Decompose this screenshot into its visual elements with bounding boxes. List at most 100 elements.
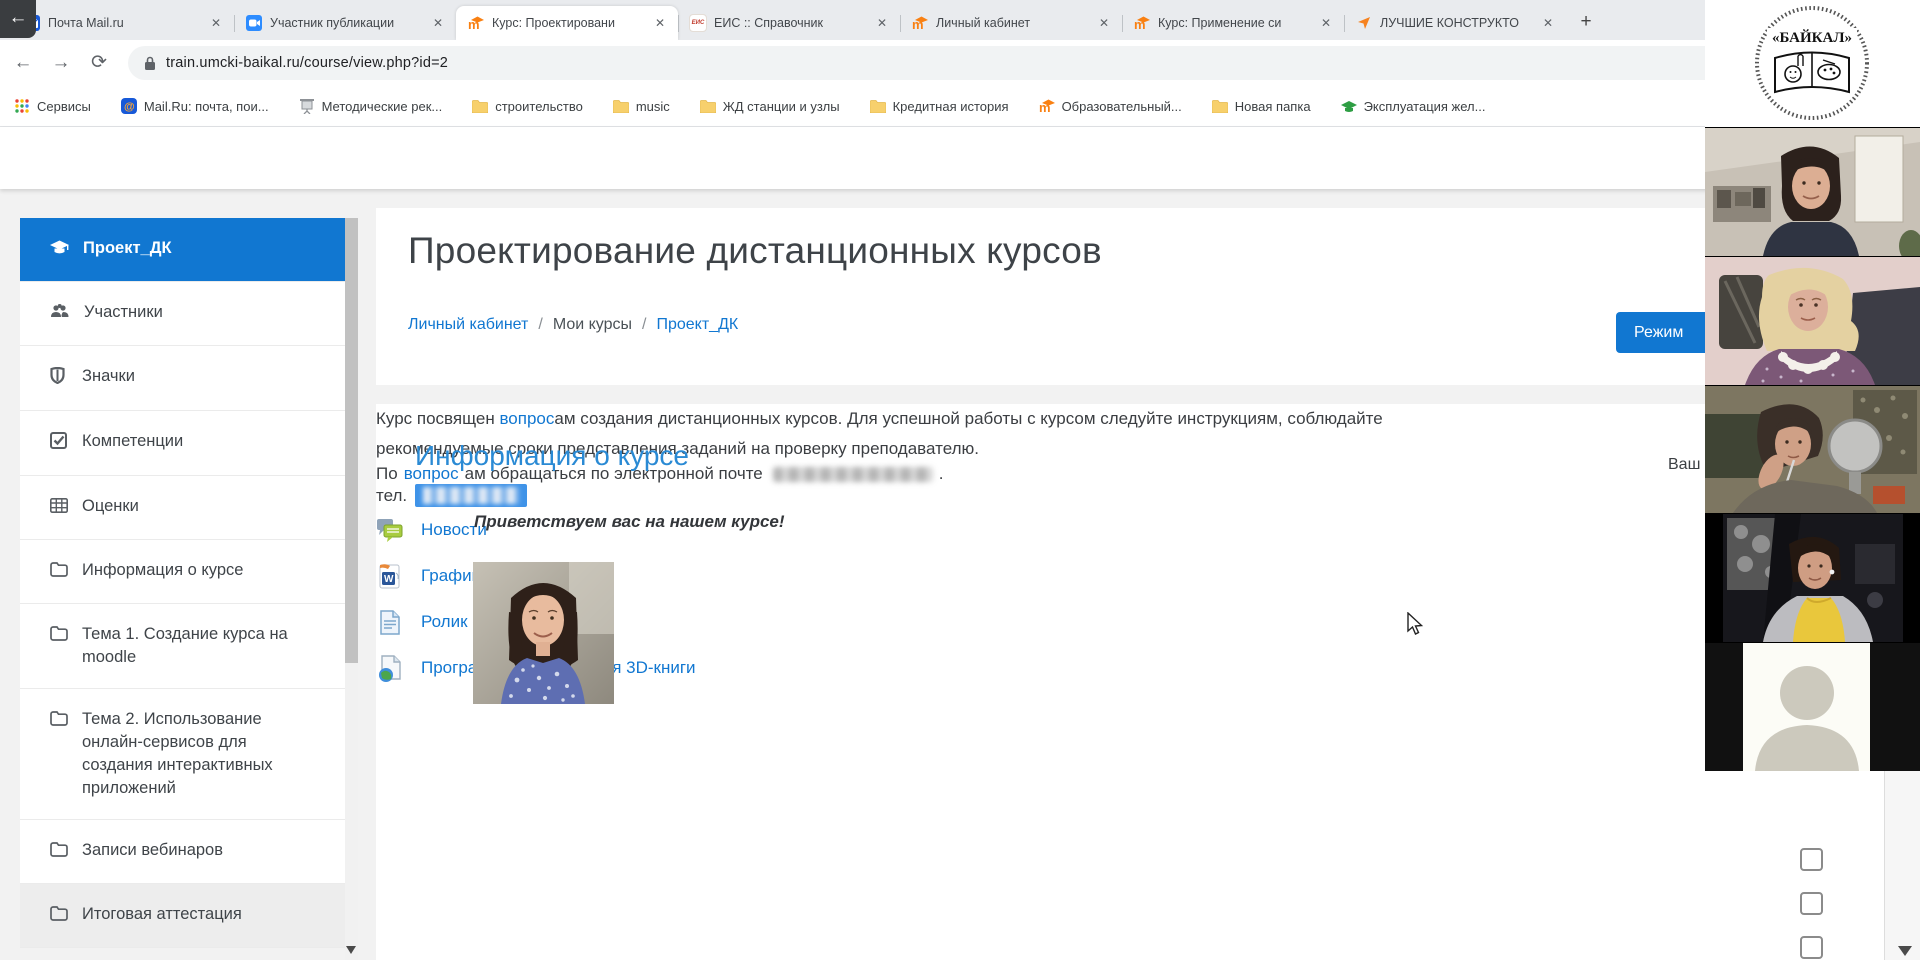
tab-course2[interactable]: m Курс: Применение си ✕ xyxy=(1122,6,1344,40)
forum-icon xyxy=(376,517,403,544)
completion-checkbox[interactable] xyxy=(1800,936,1823,959)
graduation-cap-icon xyxy=(50,239,69,262)
teacher-photo xyxy=(473,562,614,704)
moodle-navbar xyxy=(0,127,1920,189)
bookmark-method[interactable]: Методические рек... xyxy=(299,98,443,114)
reload-button[interactable]: ⟳ xyxy=(84,48,114,78)
address-bar[interactable]: train.umcki-baikal.ru/course/view.php?id… xyxy=(128,46,1860,80)
sidebar-item-label: Оценки xyxy=(82,495,139,518)
tab-eis[interactable]: ЕИС ЕИС :: Справочник ✕ xyxy=(678,6,900,40)
page-scrollbar-track[interactable] xyxy=(1884,766,1920,960)
tab-close-icon[interactable]: ✕ xyxy=(208,15,224,31)
bookmark-label: Эксплуатация жел... xyxy=(1364,99,1486,114)
sidebar-item-label: Тема 1. Создание курса на moodle xyxy=(82,623,331,669)
sidebar-item-competencies[interactable]: Компетенции xyxy=(20,411,345,476)
bookmark-music[interactable]: music xyxy=(613,98,670,114)
tab-title: Курс: Применение си xyxy=(1158,16,1310,30)
bookmark-novaya-papka[interactable]: Новая папка xyxy=(1212,98,1311,114)
tab-course-active[interactable]: m Курс: Проектировани ✕ xyxy=(456,6,678,40)
new-tab-button[interactable]: + xyxy=(1572,8,1600,36)
bookmark-ekspluatatsiya[interactable]: Эксплуатация жел... xyxy=(1341,98,1486,114)
participant-woman-in-car[interactable] xyxy=(1705,513,1920,642)
sidebar-item-topic1[interactable]: Тема 1. Создание курса на moodle xyxy=(20,604,345,689)
sidebar-item-grades[interactable]: Оценки xyxy=(20,476,345,540)
tab-constructors[interactable]: ЛУЧШИЕ КОНСТРУКТО ✕ xyxy=(1344,6,1566,40)
breadcrumb-separator: / xyxy=(642,316,646,334)
back-overlay-icon: ← xyxy=(0,0,36,38)
participant-woman-short-hair-mirror[interactable] xyxy=(1705,385,1920,513)
breadcrumb-course-link[interactable]: Проект_ДК xyxy=(656,316,738,334)
sidebar-item-label: Записи вебинаров xyxy=(82,839,223,862)
tab-zoom[interactable]: Участник публикации ✕ xyxy=(234,6,456,40)
bookmark-mailru[interactable]: @ Mail.Ru: почта, пои... xyxy=(121,98,269,114)
tab-close-icon[interactable]: ✕ xyxy=(1318,15,1334,31)
folder-icon xyxy=(1212,98,1228,114)
glossary-link[interactable]: вопрос xyxy=(499,409,554,428)
tab-title: Личный кабинет xyxy=(936,16,1088,30)
tab-title: ЕИС :: Справочник xyxy=(714,16,866,30)
globe-page-icon xyxy=(376,655,403,682)
tab-close-icon[interactable]: ✕ xyxy=(1096,15,1112,31)
folder-icon xyxy=(50,905,68,928)
svg-text:W: W xyxy=(384,574,394,585)
participant-logo-baikal[interactable]: «БАЙКАЛ» xyxy=(1705,0,1920,127)
moodle-icon: m xyxy=(912,15,928,31)
participant-woman-blonde[interactable] xyxy=(1705,256,1920,385)
breadcrumb-dashboard-link[interactable]: Личный кабинет xyxy=(408,316,528,334)
sidebar-item-badges[interactable]: Значки xyxy=(20,346,345,411)
bookmark-services[interactable]: Сервисы xyxy=(14,98,91,114)
tab-close-icon[interactable]: ✕ xyxy=(430,15,446,31)
back-button[interactable]: ← xyxy=(8,48,38,78)
bookmark-zhd[interactable]: ЖД станции и узлы xyxy=(700,98,840,114)
sidebar-item-webinars[interactable]: Записи вебинаров xyxy=(20,820,345,884)
graduation-cap-green-icon xyxy=(1341,98,1357,114)
tab-close-icon[interactable]: ✕ xyxy=(1540,15,1556,31)
moodle-icon: m xyxy=(1039,98,1055,114)
sidebar-item-course[interactable]: Проект_ДК xyxy=(20,218,345,282)
sidebar-item-label: Тема 2. Использование онлайн-сервисов дл… xyxy=(82,708,317,800)
sidebar-item-participants[interactable]: Участники xyxy=(20,282,345,346)
tab-title: Почта Mail.ru xyxy=(48,16,200,30)
sidebar-scroll-down-icon[interactable] xyxy=(346,946,356,954)
forward-button[interactable]: → xyxy=(46,48,76,78)
bookmark-label: Образовательный... xyxy=(1062,99,1182,114)
tab-close-icon[interactable]: ✕ xyxy=(874,15,890,31)
folder-icon xyxy=(50,561,68,584)
breadcrumb-separator: / xyxy=(538,316,542,334)
participant-woman-dark-bob[interactable] xyxy=(1705,127,1920,256)
grades-table-icon xyxy=(50,497,68,520)
completion-checkbox[interactable] xyxy=(1800,892,1823,915)
svg-text:@: @ xyxy=(124,101,135,113)
bookmark-label: Сервисы xyxy=(37,99,91,114)
page-title: Проектирование дистанционных курсов xyxy=(408,230,1102,272)
course-header-card: Проектирование дистанционных курсов Личн… xyxy=(376,208,1884,385)
page-scroll-down-icon[interactable] xyxy=(1898,946,1912,956)
mouse-cursor xyxy=(1405,612,1425,641)
browser-toolbar: ← → ⟳ train.umcki-baikal.ru/course/view.… xyxy=(0,40,1920,86)
sidebar-scrollbar-thumb[interactable] xyxy=(345,218,358,663)
tab-mail[interactable]: Почта Mail.ru ✕ xyxy=(12,6,234,40)
bookmark-stroitelstvo[interactable]: строительство xyxy=(472,98,583,114)
redacted-phone-highlighted xyxy=(415,484,527,507)
bookmark-label: Новая папка xyxy=(1235,99,1311,114)
course-nav-drawer: Проект_ДК Участники Значки Компетенции О… xyxy=(20,218,345,948)
bookmark-label: ЖД станции и узлы xyxy=(723,99,840,114)
tab-close-icon[interactable]: ✕ xyxy=(652,15,668,31)
sidebar-item-label: Проект_ДК xyxy=(83,237,172,260)
sidebar-item-final-attestation[interactable]: Итоговая аттестация xyxy=(20,884,345,948)
sidebar-item-course-info[interactable]: Информация о курсе xyxy=(20,540,345,604)
section-heading[interactable]: Информация о курсе xyxy=(415,440,689,472)
course-section-card: Информация о курсе Ваш Приветствуем вас … xyxy=(376,404,1884,960)
participant-empty-avatar[interactable] xyxy=(1705,642,1920,771)
svg-text:«БАЙКАЛ»: «БАЙКАЛ» xyxy=(1772,29,1852,46)
tab-dashboard[interactable]: m Личный кабинет ✕ xyxy=(900,6,1122,40)
breadcrumb: Личный кабинет / Мои курсы / Проект_ДК xyxy=(408,316,738,334)
bookmarks-bar: Сервисы @ Mail.Ru: почта, пои... Методич… xyxy=(0,86,1920,127)
sidebar-item-topic2[interactable]: Тема 2. Использование онлайн-сервисов дл… xyxy=(20,689,345,820)
your-progress-label: Ваш xyxy=(1668,456,1700,474)
shield-icon xyxy=(50,367,68,391)
breadcrumb-mycourses-link[interactable]: Мои курсы xyxy=(553,316,632,334)
bookmark-credit[interactable]: Кредитная история xyxy=(870,98,1009,114)
bookmark-obrazovatelny[interactable]: m Образовательный... xyxy=(1039,98,1182,114)
completion-checkbox[interactable] xyxy=(1800,848,1823,871)
